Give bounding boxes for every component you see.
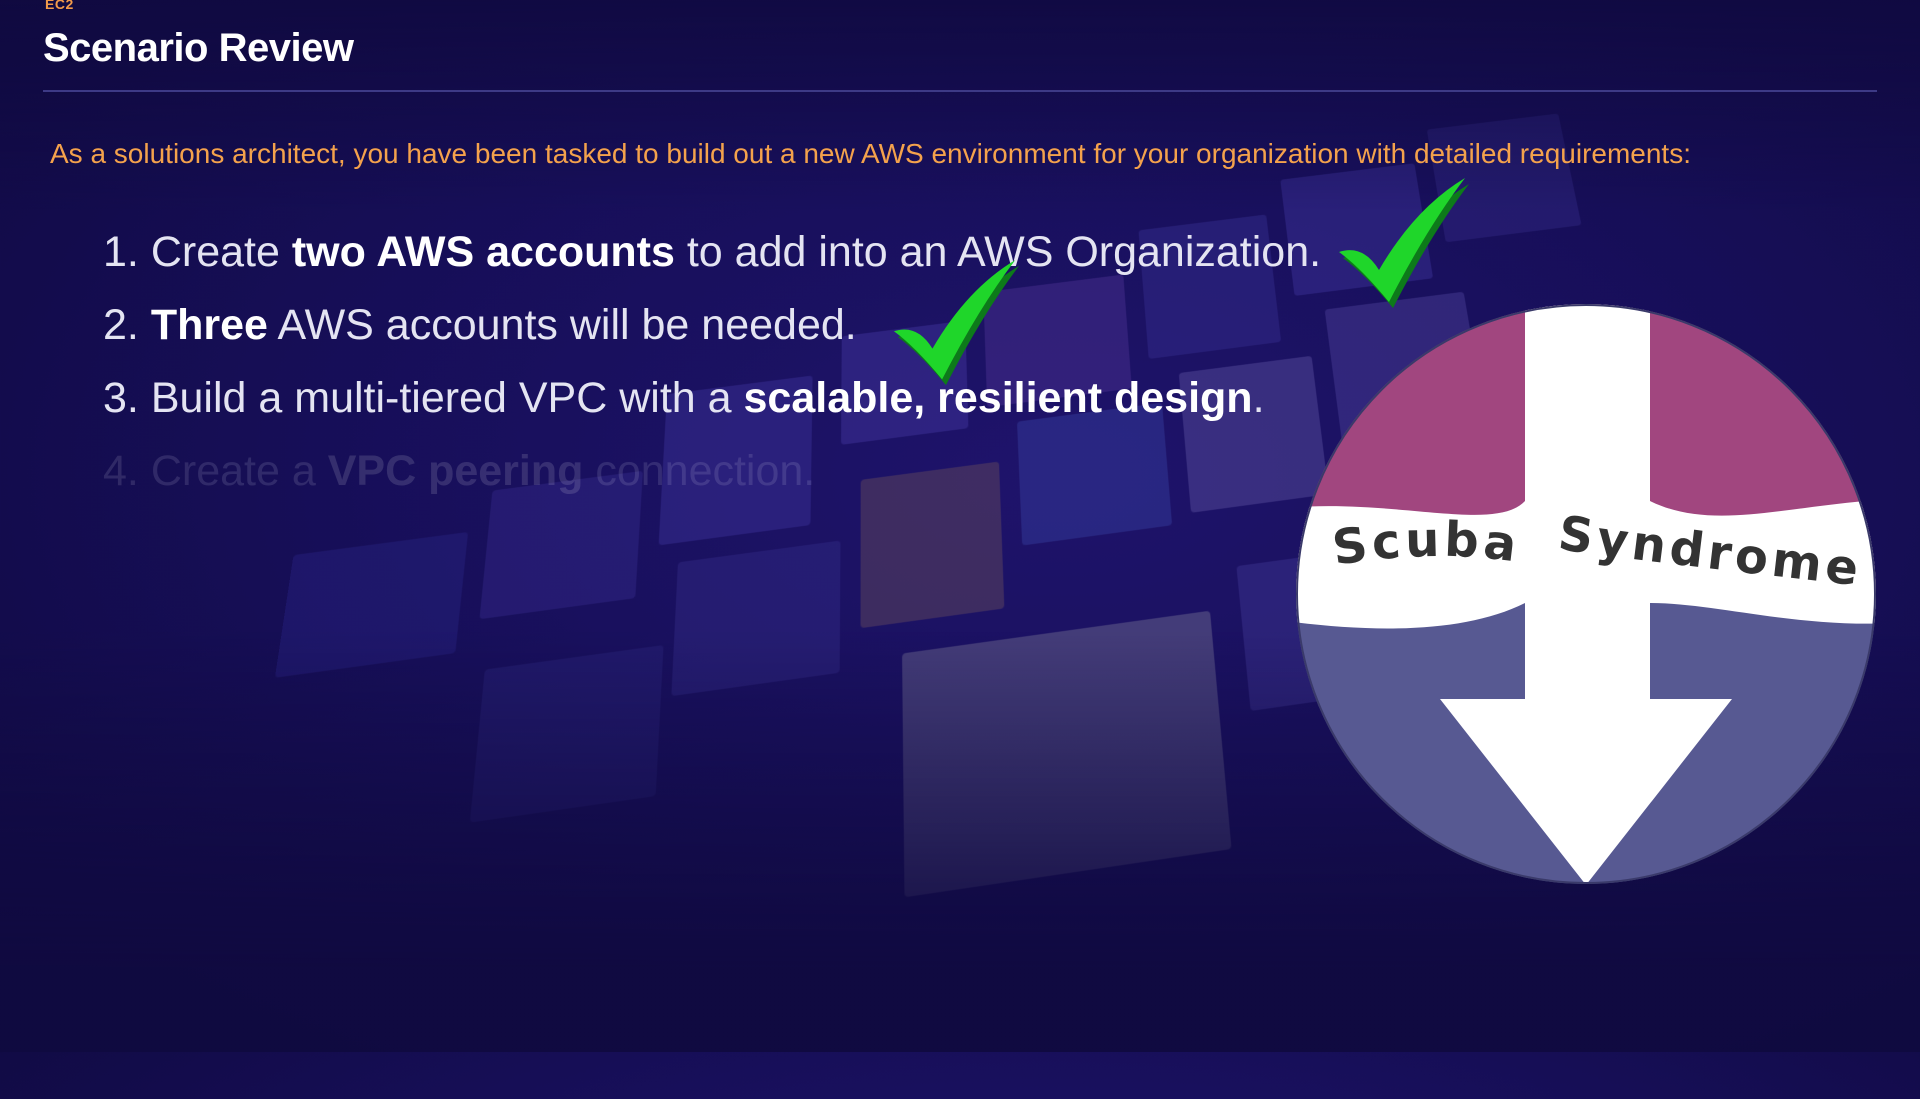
requirement-text: AWS accounts will be needed. <box>268 301 857 349</box>
section-tag: EC2 <box>45 0 74 12</box>
requirement-text: connection. <box>583 447 815 495</box>
scuba-syndrome-logo: Scuba Syndrome <box>1295 303 1877 885</box>
requirement-item-3: 3. Build a multi-tiered VPC with a scala… <box>103 368 1321 441</box>
requirement-item-4: 4. Create a VPC peering connection. <box>103 441 1321 514</box>
header-divider <box>43 90 1877 92</box>
requirement-number: 4. <box>103 447 139 495</box>
requirement-highlight: two AWS accounts <box>292 228 675 276</box>
page-title: Scenario Review <box>43 26 353 71</box>
requirement-item-1: 1. Create two AWS accounts to add into a… <box>103 222 1321 295</box>
requirement-number: 1. <box>103 228 139 276</box>
requirement-highlight: VPC peering <box>328 447 584 495</box>
requirement-highlight: Three <box>151 301 268 349</box>
requirement-text: Create <box>151 228 292 276</box>
requirement-item-2: 2. Three AWS accounts will be needed. <box>103 295 1321 368</box>
checkmark-icon <box>1335 178 1475 313</box>
requirement-text: Build a multi-tiered VPC with a <box>151 374 744 422</box>
logo-word-left: Scuba <box>1329 512 1523 577</box>
requirement-number: 3. <box>103 374 139 422</box>
requirement-text: . <box>1253 374 1265 422</box>
checkmark-icon <box>890 260 1025 390</box>
requirement-text: Create a <box>151 447 328 495</box>
requirement-number: 2. <box>103 301 139 349</box>
intro-text: As a solutions architect, you have been … <box>50 138 1691 170</box>
requirements-list: 1. Create two AWS accounts to add into a… <box>103 222 1321 514</box>
